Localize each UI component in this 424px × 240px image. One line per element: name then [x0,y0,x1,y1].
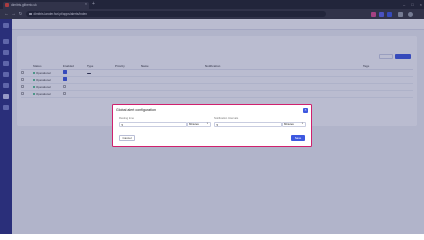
chevron-down-icon: ▾ [206,122,208,125]
close-icon[interactable]: × [303,107,308,113]
cancel-button[interactable]: Cancel [119,135,135,141]
notification-intervals-field: 5 Minutes ▾ [214,121,306,127]
notification-intervals-unit: Minutes [284,122,294,126]
resting-time-unit: Minutes [189,122,199,126]
resting-time-input[interactable]: 5 [119,121,187,127]
notification-intervals-label: Notification Intervals [214,117,239,120]
notification-intervals-input[interactable]: 5 [214,121,282,127]
save-button[interactable]: Save [291,135,305,141]
resting-time-label: Resting time [119,117,134,120]
dialog-title: Global alert configuration [116,108,156,112]
chevron-down-icon: ▾ [301,122,303,125]
resting-time-field: 5 Minutes ▾ [119,121,211,127]
resting-time-unit-select[interactable]: Minutes ▾ [186,121,211,127]
notification-intervals-unit-select[interactable]: Minutes ▾ [281,121,306,127]
global-alert-config-dialog: Global alert configuration × Resting tim… [112,104,312,147]
